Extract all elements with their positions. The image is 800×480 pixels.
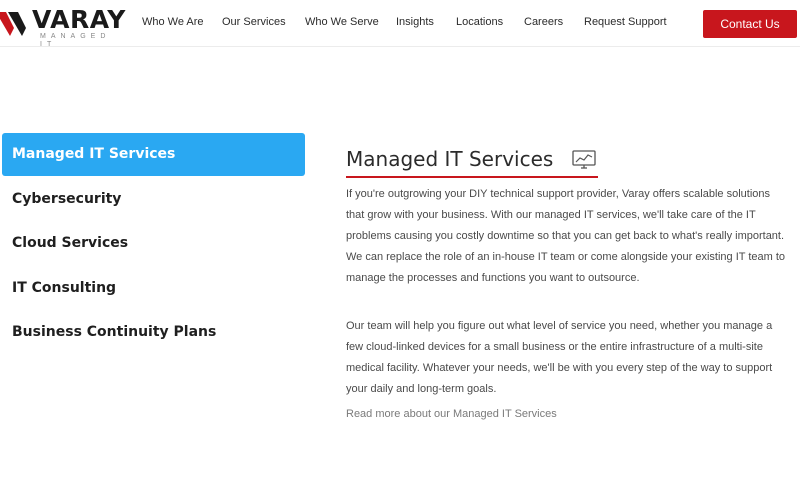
nav-locations[interactable]: Locations — [456, 16, 503, 29]
sidebar-item-cloud-services[interactable]: Cloud Services — [2, 222, 305, 265]
nav-our-services[interactable]: Our Services — [222, 16, 286, 29]
title-underline — [346, 176, 598, 178]
logo-tagline: MANAGED IT — [40, 33, 111, 48]
logo-wordmark: VARAY — [32, 5, 126, 34]
varay-logo[interactable]: VARAY MANAGED IT — [0, 5, 132, 48]
logo-mark-icon — [0, 12, 26, 36]
sidebar-item-business-continuity-plans[interactable]: Business Continuity Plans — [2, 311, 305, 354]
nav-careers[interactable]: Careers — [524, 16, 563, 29]
sidebar-item-cybersecurity[interactable]: Cybersecurity — [2, 178, 305, 221]
sidebar-item-it-consulting[interactable]: IT Consulting — [2, 267, 305, 310]
sidebar-item-managed-it-services[interactable]: Managed IT Services — [2, 133, 305, 176]
detail-paragraph: Our team will help you figure out what l… — [346, 320, 773, 395]
contact-us-button[interactable]: Contact Us — [703, 10, 797, 38]
intro-paragraph: If you're outgrowing your DIY technical … — [346, 188, 786, 284]
site-header: VARAY MANAGED IT Who We Are Our Services… — [0, 0, 800, 48]
nav-request-support[interactable]: Request Support — [584, 16, 667, 29]
nav-who-we-are[interactable]: Who We Are — [142, 16, 204, 29]
nav-insights[interactable]: Insights — [396, 16, 434, 29]
read-more-link[interactable]: Read more about our Managed IT Services — [346, 405, 557, 423]
page-title: Managed IT Services — [346, 147, 554, 171]
monitor-chart-icon — [572, 150, 596, 169]
nav-who-we-serve[interactable]: Who We Serve — [305, 16, 379, 29]
